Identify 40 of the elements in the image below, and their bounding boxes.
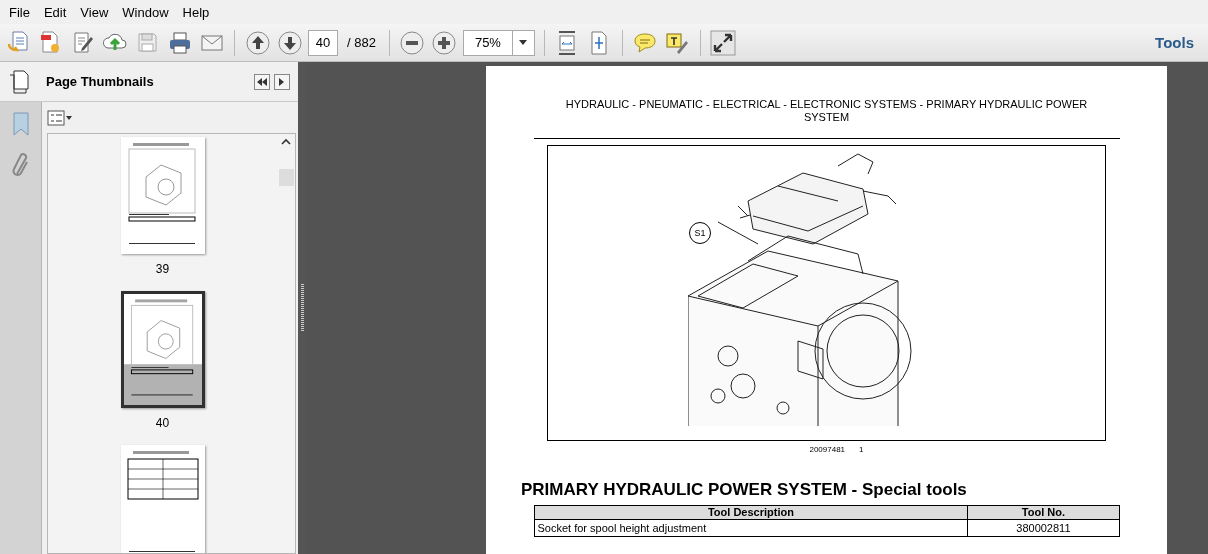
page-number-label: 39 xyxy=(155,262,170,276)
page-thumbnail[interactable] xyxy=(120,291,205,408)
table-cell: Socket for spool height adjustment xyxy=(534,519,968,537)
figure-id: 20097481 xyxy=(809,445,846,454)
tools-button[interactable]: Tools xyxy=(1149,33,1200,52)
zoom-field[interactable]: 75% xyxy=(462,29,535,56)
double-left-arrow-icon[interactable] xyxy=(257,77,267,86)
figure-number: 1 xyxy=(859,445,864,454)
menu-item[interactable]: Window xyxy=(115,4,176,20)
collapse-panel-button[interactable] xyxy=(254,73,270,90)
expand-panel-button[interactable] xyxy=(274,73,290,90)
next-page-icon[interactable] xyxy=(276,29,303,56)
zoom-in-icon[interactable] xyxy=(430,29,458,56)
callout-label: S1 xyxy=(689,222,711,244)
previous-page-icon[interactable] xyxy=(244,29,271,56)
page-number-label: 40 xyxy=(155,416,170,430)
right-arrow-icon[interactable] xyxy=(279,77,285,86)
options-button[interactable] xyxy=(47,109,73,126)
column-header: Tool No. xyxy=(967,505,1119,520)
column-header: Tool Description xyxy=(534,505,968,520)
splitter-grip[interactable] xyxy=(300,284,304,332)
zoom-out-icon[interactable] xyxy=(398,29,426,56)
menu-item[interactable]: File xyxy=(2,4,37,20)
page-thumbnail[interactable] xyxy=(120,137,205,254)
table-cell: 380002811 xyxy=(967,519,1119,537)
page-count: / 882 xyxy=(347,35,376,50)
section-title: PRIMARY HYDRAULIC POWER SYSTEM - Special tools xyxy=(521,480,967,500)
page-header: HYDRAULIC - PNEUMATIC - ELECTRICAL - ELECTRONIC SYSTEMS - PRIMARY HYDRAULIC POWER SYSTEM xyxy=(564,98,1089,124)
caret-icon[interactable] xyxy=(519,40,528,45)
scroll-up-icon[interactable] xyxy=(281,138,291,145)
full-screen-icon[interactable] xyxy=(709,29,737,56)
panel-title: Page Thumbnails xyxy=(46,74,155,89)
menu-item[interactable]: View xyxy=(73,4,116,20)
scrollbar-thumb[interactable] xyxy=(278,169,294,186)
menu-item[interactable]: Help xyxy=(175,4,217,20)
page-number-field[interactable]: 40 xyxy=(308,29,338,56)
menu-item[interactable]: Edit xyxy=(36,4,74,20)
paperclip-icon[interactable] xyxy=(11,152,30,178)
pages-icon[interactable] xyxy=(8,69,30,94)
page-thumbnail[interactable] xyxy=(120,445,205,553)
